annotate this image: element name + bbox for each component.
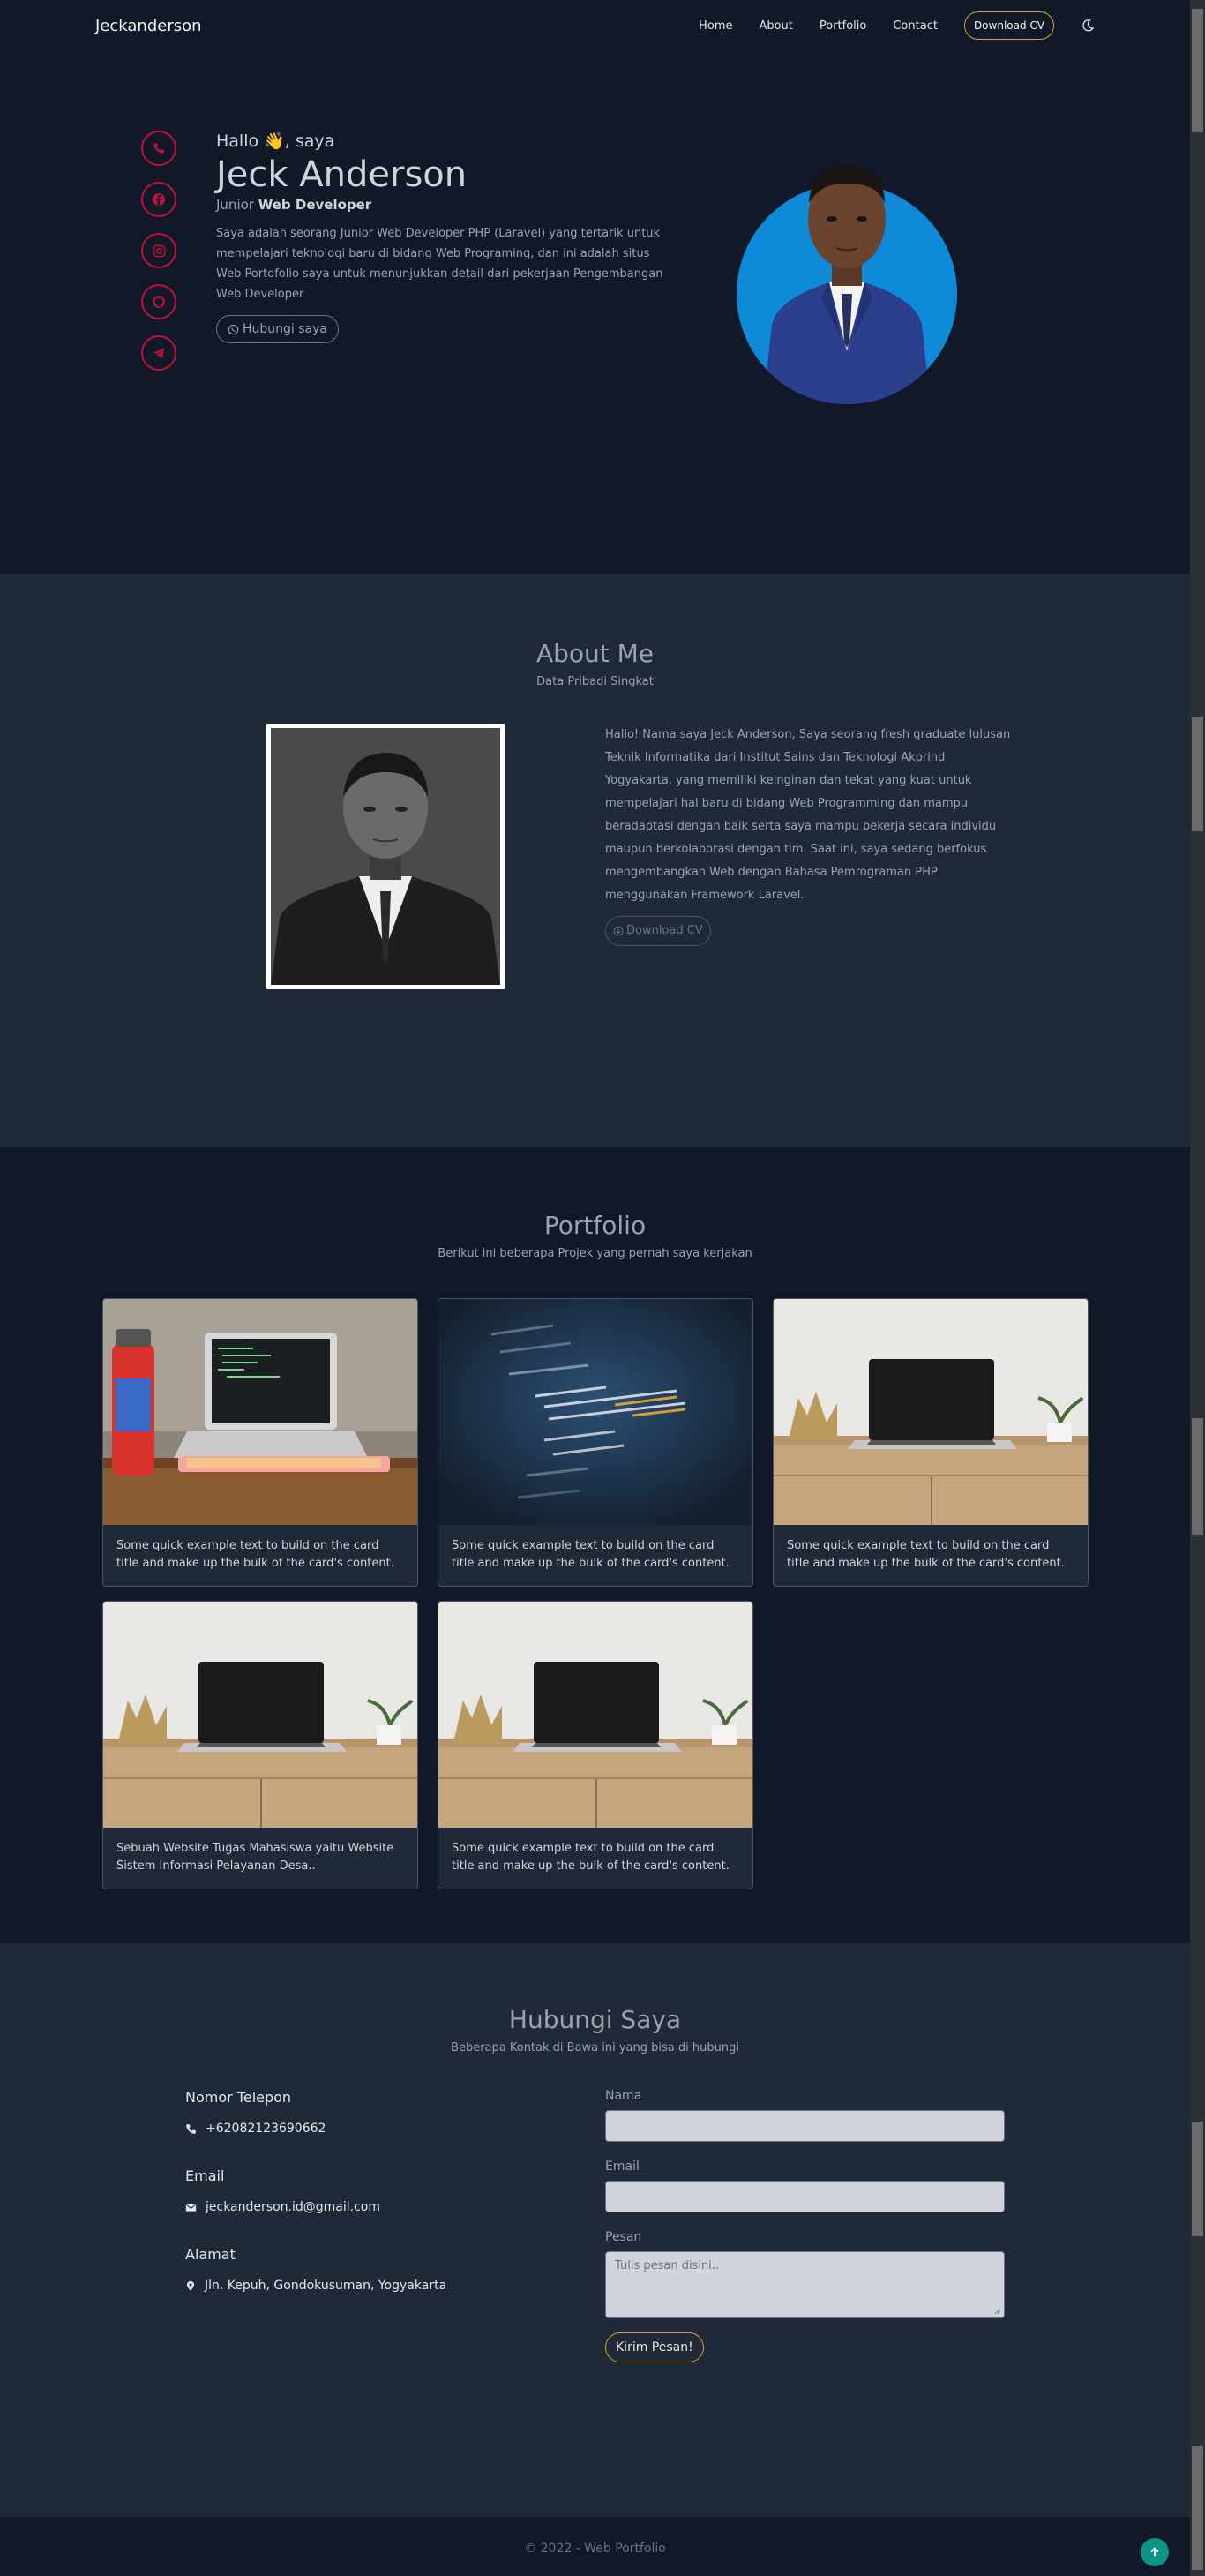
phone-icon: [186, 2123, 196, 2134]
hero-greeting: Hallo 👋, saya: [216, 131, 335, 151]
portfolio-grid: Some quick example text to build on the …: [102, 1298, 1089, 1889]
card-image-laptop-desk: [103, 1602, 417, 1828]
portfolio-title: Portfolio: [543, 1211, 647, 1240]
address-title: Alamat: [185, 2246, 236, 2263]
navbar: Jeckanderson Home About Portfolio Contac…: [0, 0, 1190, 51]
portfolio-section: Portfolio Berikut ini beberapa Projek ya…: [0, 1147, 1190, 1943]
nav-links: Home About Portfolio Contact Download CV: [699, 11, 1095, 40]
card-image-laptop-keyboard: [103, 1299, 417, 1525]
address-row: Jln. Kepuh, Gondokusuman, Yogyakarta: [185, 2279, 556, 2293]
phone-row: +62082123690662: [185, 2122, 556, 2136]
hero-role-prefix: Junior: [216, 197, 254, 213]
about-title: About Me: [535, 639, 655, 668]
card-text: Sebuah Website Tugas Mahasiswa yaitu Web…: [116, 1842, 394, 1873]
scrollbar-thumb[interactable]: [1192, 1418, 1203, 1535]
arrow-up-icon: [1150, 2547, 1159, 2557]
github-icon: [153, 296, 165, 308]
github-link[interactable]: [141, 284, 176, 319]
portfolio-card[interactable]: Some quick example text to build on the …: [438, 1601, 753, 1889]
person-portrait: [763, 166, 931, 404]
footer-copyright: © 2022 - Web Portfolio: [524, 2542, 666, 2556]
card-text: Some quick example text to build on the …: [452, 1539, 730, 1570]
back-to-top-button[interactable]: [1141, 2538, 1169, 2566]
portfolio-card[interactable]: Some quick example text to build on the …: [438, 1298, 753, 1587]
brand-logo[interactable]: Jeckanderson: [95, 17, 202, 35]
contact-info: Nomor Telepon +62082123690662 Email jeck…: [185, 2089, 556, 2324]
hero-role-main: Web Developer: [258, 197, 372, 213]
resize-handle-icon[interactable]: [994, 2308, 1001, 2315]
about-section: About Me Data Pribadi Singkat Hallo! Nam…: [0, 574, 1190, 1147]
hero-text: Hallo 👋, saya Jeck Anderson Junior Web D…: [216, 131, 666, 343]
name-label: Nama: [605, 2089, 642, 2103]
message-textarea[interactable]: Tulis pesan disini..: [605, 2251, 1005, 2318]
facebook-icon: [153, 193, 165, 206]
email-value[interactable]: jeckanderson.id@gmail.com: [206, 2200, 380, 2214]
scrollbar-thumb[interactable]: [1192, 2446, 1203, 2570]
portfolio-card[interactable]: Sebuah Website Tugas Mahasiswa yaitu Web…: [102, 1601, 418, 1889]
hero-name: Jeck Anderson: [216, 154, 468, 195]
social-links: [141, 131, 176, 371]
portfolio-card[interactable]: Some quick example text to build on the …: [102, 1298, 418, 1587]
about-paragraph: Hallo! Nama saya Jeck Anderson, Saya seo…: [605, 728, 1011, 902]
envelope-icon: [185, 2203, 197, 2212]
nav-portfolio[interactable]: Portfolio: [820, 19, 866, 33]
email-input[interactable]: [605, 2181, 1005, 2212]
moon-icon[interactable]: [1081, 19, 1095, 33]
contact-section: Hubungi Saya Beberapa Kontak di Bawa ini…: [0, 1943, 1190, 2517]
contact-title: Hubungi Saya: [508, 2005, 682, 2034]
card-text: Some quick example text to build on the …: [452, 1842, 730, 1873]
telegram-icon: [153, 348, 165, 358]
phone-icon: [153, 143, 164, 154]
name-input[interactable]: [605, 2110, 1005, 2142]
map-pin-icon: [186, 2280, 195, 2291]
nav-about[interactable]: About: [759, 19, 792, 33]
hero-role: Junior Web Developer: [216, 197, 666, 213]
nav-home[interactable]: Home: [699, 19, 732, 33]
email-title: Email: [185, 2167, 225, 2184]
message-placeholder: Tulis pesan disini..: [615, 2259, 720, 2272]
facebook-link[interactable]: [141, 182, 176, 217]
card-text: Some quick example text to build on the …: [787, 1539, 1065, 1570]
download-cv-button[interactable]: Download CV: [963, 11, 1054, 40]
scrollbar-thumb[interactable]: [1192, 9, 1203, 132]
portfolio-subtitle: Berikut ini beberapa Projek yang pernah …: [438, 1247, 752, 1260]
email-row: jeckanderson.id@gmail.com: [185, 2200, 556, 2214]
portfolio-card[interactable]: Some quick example text to build on the …: [773, 1298, 1089, 1587]
scrollbar[interactable]: [1190, 0, 1205, 2576]
instagram-link[interactable]: [141, 233, 176, 268]
about-download-label: Download CV: [626, 924, 703, 937]
email-label: Email: [605, 2159, 640, 2174]
address-value: Jln. Kepuh, Gondokusuman, Yogyakarta: [205, 2279, 447, 2293]
contact-form: Nama Email Pesan Tulis pesan disini.. Ki…: [605, 2089, 1005, 2362]
phone-value[interactable]: +62082123690662: [206, 2122, 326, 2136]
about-text: Hallo! Nama saya Jeck Anderson, Saya seo…: [605, 724, 1011, 946]
card-text: Some quick example text to build on the …: [116, 1539, 394, 1570]
card-image-laptop-desk: [774, 1299, 1088, 1525]
about-photo: [266, 724, 505, 989]
instagram-icon: [153, 244, 165, 257]
message-label: Pesan: [605, 2230, 642, 2244]
card-image-code-screen: [438, 1299, 752, 1525]
contact-subtitle: Beberapa Kontak di Bawa ini yang bisa di…: [451, 2041, 739, 2054]
phone-link[interactable]: [141, 131, 176, 166]
contact-me-label: Hubungi saya: [243, 322, 327, 336]
phone-title: Nomor Telepon: [185, 2089, 292, 2106]
about-download-cv-button[interactable]: Download CV: [605, 916, 711, 946]
hero-avatar: [737, 131, 957, 413]
scrollbar-thumb[interactable]: [1192, 717, 1203, 831]
hero-intro: Saya adalah seorang Junior Web Developer…: [216, 227, 663, 301]
send-message-button[interactable]: Kirim Pesan!: [605, 2332, 704, 2362]
card-image-laptop-desk: [438, 1602, 752, 1828]
telegram-link[interactable]: [141, 335, 176, 371]
person-portrait-bw: [271, 728, 500, 985]
scrollbar-thumb[interactable]: [1192, 2122, 1203, 2236]
contact-me-button[interactable]: Hubungi saya: [216, 315, 339, 343]
hero-section: Hallo 👋, saya Jeck Anderson Junior Web D…: [0, 51, 1190, 574]
whatsapp-icon: [228, 324, 239, 334]
arrow-down-circle-icon: [613, 926, 624, 936]
footer: © 2022 - Web Portfolio: [0, 2517, 1190, 2576]
about-subtitle: Data Pribadi Singkat: [536, 675, 654, 688]
nav-contact[interactable]: Contact: [893, 19, 938, 33]
